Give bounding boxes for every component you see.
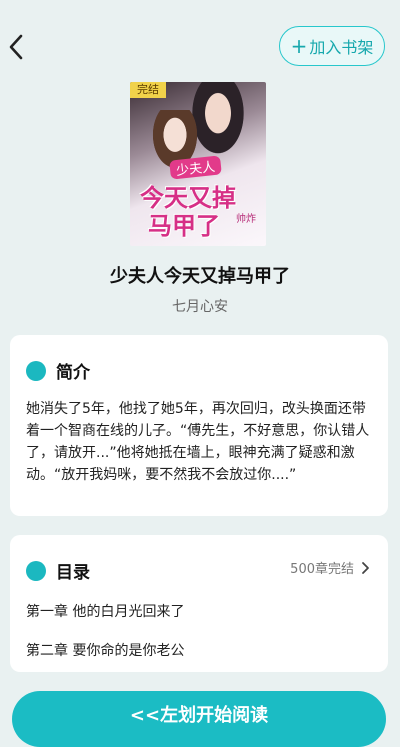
toc-title: 目录 <box>56 563 90 583</box>
top-bar: + 加入书架 <box>0 0 400 80</box>
back-button[interactable] <box>4 30 28 64</box>
add-to-shelf-label: 加入书架 <box>309 38 374 57</box>
plus-icon: + <box>290 34 308 58</box>
start-reading-button[interactable]: <<左划开始阅读 <box>12 691 386 747</box>
toc-header: 目录 <box>26 558 90 583</box>
book-author: 七月心安 <box>172 299 228 315</box>
section-dot-icon <box>26 360 46 381</box>
book-cover[interactable]: 完结 少夫人 今天又掉 马甲了 帅炸 <box>130 82 266 246</box>
toc-card: 目录 500章完结 第一章 他的白月光回来了 第二章 要你命的是你老公 <box>10 535 388 672</box>
cover-title-line1: 少夫人 <box>169 155 222 180</box>
cover-badge: 完结 <box>130 82 166 98</box>
section-dot-icon <box>26 560 46 581</box>
book-title: 少夫人今天又掉马甲了 <box>110 266 290 287</box>
chevron-right-icon <box>362 561 369 574</box>
chapter-item[interactable]: 第一章 他的白月光回来了 <box>26 601 184 621</box>
intro-text: 她消失了5年，他找了她5年，再次回归，改头换面还带着一个智商在线的儿子。“傅先生… <box>26 401 370 483</box>
chevron-left-icon <box>9 34 23 60</box>
cover-title-line3: 马甲了 <box>148 212 220 240</box>
intro-title: 简介 <box>56 363 90 383</box>
toc-status-link[interactable]: 500章完结 <box>290 558 370 577</box>
intro-header: 简介 <box>26 358 90 383</box>
intro-card: 简介 她消失了5年，他找了她5年，再次回归，改头换面还带着一个智商在线的儿子。“… <box>10 335 388 516</box>
toc-status-text: 500章完结 <box>290 562 354 577</box>
cover-title-line4: 帅炸 <box>236 214 256 225</box>
add-to-shelf-button[interactable]: + 加入书架 <box>279 26 385 66</box>
chapter-item[interactable]: 第二章 要你命的是你老公 <box>26 640 184 660</box>
